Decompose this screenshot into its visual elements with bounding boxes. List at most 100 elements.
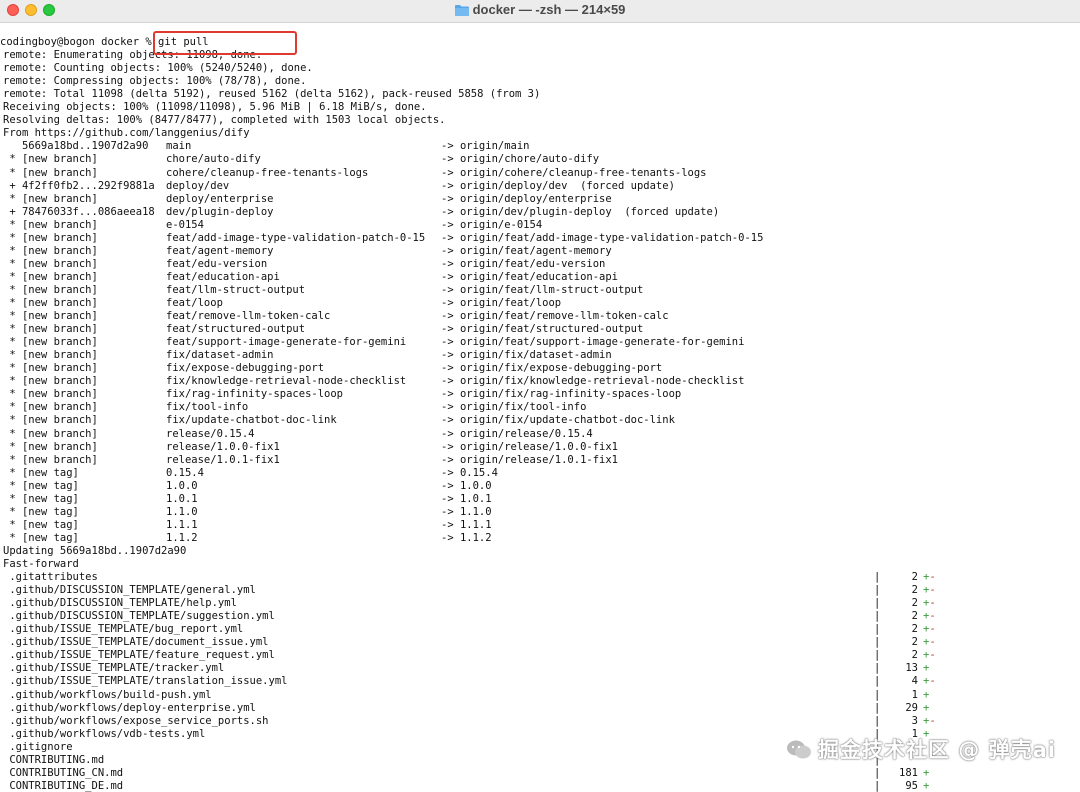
output-line: remote: Compressing objects: 100% (78/78… [3,75,307,88]
diffstat-row: .github/workflows/build-push.yml | 1 + [3,688,929,702]
ref-target: -> origin/release/0.15.4 [441,427,593,440]
window-titlebar: docker — -zsh — 214×59 [0,0,1080,23]
diffstat-deletions: - [929,636,936,649]
diffstat-graph: + [923,688,930,701]
ref-update-line: * [new branch] feat/add-image-type-valida… [3,232,763,245]
ref-source: 1.0.1 [166,492,198,505]
ref-status: * [new branch] [3,349,98,362]
ref-target: -> origin/fix/expose-debugging-port [441,362,663,375]
diffstat-filename: .github/workflows/vdb-tests.yml [3,727,206,740]
output-line: remote: Total 11098 (delta 5192), reused… [3,88,541,101]
diffstat-count: 29 [905,701,918,714]
ref-source: 1.1.2 [166,531,198,544]
ref-status: * [new branch] [3,388,98,401]
diffstat-row: .github/DISCUSSION_TEMPLATE/help.yml | 2 +- [3,597,935,610]
diffstat-count: 2 [911,649,918,662]
ref-update-line: * [new branch] release/1.0.1-fix1 -> origi… [3,453,618,467]
diffstat-graph: + [923,766,930,779]
terminal-output[interactable]: codingboy@bogon docker % git pull remote:… [0,36,1080,792]
diffstat-deletions: - [929,714,936,727]
diffstat-count: 2 [911,636,918,649]
ref-target: -> origin/feat/structured-output [441,323,644,336]
ref-status: * [new tag] [3,531,79,544]
diffstat-count: 2 [911,571,918,584]
ref-source: fix/update-chatbot-doc-link [166,414,337,427]
diffstat-filename: .github/ISSUE_TEMPLATE/tracker.yml [3,662,225,675]
diffstat-deletions: - [929,584,936,597]
diffstat-graph: +- [923,571,936,584]
ref-target: -> origin/feat/loop [441,297,562,309]
diffstat-filename: CONTRIBUTING_DE.md [3,779,124,792]
diffstat-filename: CONTRIBUTING_CN.md [3,766,124,779]
ref-target: -> origin/fix/rag-infinity-spaces-loop [441,388,682,401]
diffstat-deletions: - [929,623,936,636]
ref-target: -> origin/deploy/dev (forced update) [441,179,675,192]
ref-status: * [new branch] [3,453,98,466]
diffstat-count: 2 [911,584,918,597]
ref-target: -> origin/fix/dataset-admin [441,349,612,362]
folder-icon [454,4,469,19]
diffstat-deletions: - [929,675,936,688]
ref-source: e-0154 [166,218,204,231]
ref-update-line: * [new branch] feat/edu-version -> origin/… [3,258,605,271]
ref-status: * [new branch] [3,297,98,309]
ref-update-line: * [new branch] feat/structured-output -> o… [3,323,643,336]
ref-source: 1.0.0 [166,479,198,492]
diffstat-count: 1 [911,688,918,701]
diffstat-row: .github/ISSUE_TEMPLATE/feature_request.y… [3,649,935,662]
diffstat-count: 95 [905,779,918,792]
ref-target: -> origin/main [441,140,530,153]
ref-status: * [new branch] [3,375,98,388]
ref-status: * [new branch] [3,166,98,179]
ref-source: feat/edu-version [166,257,268,270]
ref-target: -> origin/fix/update-chatbot-doc-link [441,414,675,427]
diffstat-graph: +- [923,675,936,688]
ref-update-line: * [new branch] cohere/cleanup-free-tenant… [3,166,706,180]
diffstat-row: .github/workflows/expose_service_ports.s… [3,715,935,728]
diffstat-row: CONTRIBUTING.md | [3,753,880,767]
diffstat-filename: CONTRIBUTING.md [3,753,105,766]
watermark: 掘金技术社区 @ 弹壳ai [786,734,1056,766]
watermark-text: 掘金技术社区 @ 弹壳ai [818,738,1056,762]
ref-source: 1.1.1 [166,518,198,531]
ref-target: -> origin/deploy/enterprise [441,192,612,205]
ref-source: feat/support-image-generate-for-gemini [166,336,407,349]
diffstat-filename: .github/ISSUE_TEMPLATE/feature_request.y… [3,649,275,662]
diffstat-row: .gitattributes | 2 +- [3,571,935,584]
ref-source: deploy/dev [166,179,230,192]
ref-update-line: * [new tag] 1.0.1 -> 1.0.1 [3,493,491,506]
ref-target: -> 1.1.2 [441,531,492,544]
output-line: Resolving deltas: 100% (8477/8477), comp… [3,114,446,127]
diffstat-count: 2 [911,597,918,610]
ref-target: -> origin/feat/llm-struct-output [441,283,644,296]
ref-update-line: * [new tag] 1.1.2 -> 1.1.2 [3,531,491,545]
ref-status: * [new tag] [3,505,79,518]
ref-source: feat/loop [166,297,223,309]
ref-update-line: + 4f2ff0fb2...292f9881a deploy/dev -> orig… [3,180,675,193]
ref-status: * [new branch] [3,440,98,453]
output-line: Receiving objects: 100% (11098/11098), 5… [3,101,427,114]
ref-status: * [new branch] [3,401,98,414]
ref-source: fix/expose-debugging-port [166,362,325,375]
diffstat-graph: + [923,779,930,792]
ref-source: deploy/enterprise [166,192,274,205]
ref-status: 5669a18bd..1907d2a90 [3,140,149,153]
ref-update-line: * [new tag] 1.1.0 -> 1.1.0 [3,505,491,519]
command-highlight-box [153,31,297,55]
diffstat-filename: .gitattributes [3,571,98,584]
diffstat-count: 13 [905,662,918,675]
ref-source: feat/llm-struct-output [166,283,306,296]
ref-status: * [new branch] [3,362,98,375]
ref-source: release/1.0.0-fix1 [166,440,280,453]
ref-status: * [new tag] [3,479,79,492]
ref-target: -> origin/dev/plugin-deploy (forced upda… [441,205,720,218]
ref-update-line: * [new branch] feat/agent-memory -> origin… [3,245,611,258]
ref-status: * [new branch] [3,283,98,296]
ref-update-line: * [new tag] 1.1.1 -> 1.1.1 [3,519,491,532]
ref-update-line: * [new branch] fix/tool-info -> origin/fix… [3,401,586,414]
ref-status: * [new branch] [3,336,98,349]
diffstat-filename: .github/workflows/build-push.yml [3,688,212,701]
diffstat-deletions: - [929,610,936,623]
diffstat-filename: .github/ISSUE_TEMPLATE/bug_report.yml [3,623,244,636]
ref-source: release/1.0.1-fix1 [166,453,280,466]
